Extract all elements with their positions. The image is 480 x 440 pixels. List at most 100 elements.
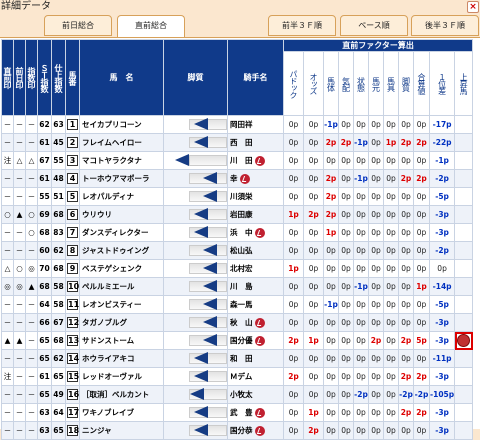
horse-name[interactable]: タガノブルグ	[79, 313, 164, 332]
rising-horse-cell[interactable]	[454, 331, 474, 350]
factor-value: 2p	[413, 133, 430, 152]
horse-name[interactable]: ダンスディレクター	[79, 223, 164, 242]
table-row[interactable]: －－－ 65 62 14 ホウライアキコ和 田 0p 0p 0p 0p 0p 0p 0p 0p 0p -11…	[1, 349, 474, 368]
tab-pace[interactable]: ペース順	[340, 15, 408, 36]
table-row[interactable]: －－－ 65 49 16 ［取消］ベルカント 小牧太 0p 0p 0p 0p -2p 0p 0p -2p -…	[1, 385, 474, 404]
factor-value: 0p	[398, 151, 414, 170]
table-row[interactable]: －－－ 63 64 17 ワキノブレイブ武 豊 0p 1p 0p 0p 0p 0p 0p 2p 2p -3p	[1, 403, 474, 422]
factor-value: 0p	[283, 241, 304, 260]
shisu-mark: ○	[25, 205, 38, 224]
jockey-name: 川須栄	[230, 192, 253, 201]
table-row[interactable]: －－－ 60 62 8 ジャストドゥイング 松山弘 0p 0p 0p 0p 0p 0p 0p 0p 0p -2…	[1, 241, 474, 260]
st-index: 55	[37, 187, 52, 206]
horse-name[interactable]: セイカプリコーン	[79, 115, 164, 134]
jockey-cell: 川須栄	[227, 187, 284, 206]
horse-name[interactable]: レオパルディナ	[79, 187, 164, 206]
horse-name[interactable]: サドンストーム	[79, 331, 164, 350]
jockey-name: 幸	[230, 174, 238, 183]
st-index: 61	[37, 169, 52, 188]
zenjitsu-mark: －	[13, 313, 26, 332]
shisu-mark: －	[25, 403, 38, 422]
table-row[interactable]: －－－ 64 58 11 レオンビスティー 森一馬 0p 0p -1p 0p 0p 0p 0p 0p 0p -…	[1, 295, 474, 314]
factor-value: 0p	[283, 349, 304, 368]
factor-value: 2p	[283, 367, 304, 386]
jockey-name: 岩田康	[230, 210, 253, 219]
factor-value: 0p	[303, 241, 324, 260]
horse-name[interactable]: ［取消］ベルカント	[79, 385, 164, 404]
rising-horse-cell	[454, 403, 474, 422]
running-style-cell	[163, 151, 228, 170]
zenjitsu-mark: －	[13, 169, 26, 188]
table-row[interactable]: －－－ 55 51 5 レオパルディナ 川須栄 0p 0p 2p 0p 0p 0p 0p 0p 0p -5p	[1, 187, 474, 206]
chokuzen-mark: －	[1, 349, 14, 368]
factor-value: 0p	[368, 403, 384, 422]
horse-name[interactable]: ジャストドゥイング	[79, 241, 164, 260]
st-index: 68	[37, 223, 52, 242]
horse-name[interactable]: ワキノブレイブ	[79, 403, 164, 422]
jockey-badge-icon	[254, 156, 265, 166]
factor-value: -1p	[353, 169, 369, 188]
rising-horse-icon[interactable]	[457, 334, 471, 347]
horse-name[interactable]: フレイムヘイロー	[79, 133, 164, 152]
umaban-box: 11	[67, 299, 80, 310]
shisu-mark: －	[25, 385, 38, 404]
tab-zenhan-3f[interactable]: 前半３Ｆ順	[268, 15, 336, 36]
table-row[interactable]: －－－ 61 45 2 フレイムヘイロー西 田 0p 0p 2p 2p -1p 0p 1p 2p 2p -2…	[1, 133, 474, 152]
shisu-mark: －	[25, 169, 38, 188]
chokuzen-mark: 注	[1, 151, 14, 170]
factor-value: 2p	[283, 331, 304, 350]
horse-name[interactable]: ホウライアキコ	[79, 349, 164, 368]
factor-value: 0p	[353, 331, 369, 350]
factor-value: 2p	[398, 133, 414, 152]
factor-value: 2p	[323, 169, 339, 188]
factor-value: 2p	[323, 133, 339, 152]
table-row[interactable]: △ ○ ◎ 70 68 9 ベステゲシェンク 北村宏 1p 0p 0p 0p 0p 0p 0p 0p 0p 0p	[1, 259, 474, 278]
tab-zenjitsu-sogo[interactable]: 前日総合	[44, 15, 112, 36]
running-style-bar	[165, 387, 227, 403]
close-button[interactable]: ×	[467, 1, 479, 13]
jockey-name: 川 島	[230, 282, 253, 291]
factor-value: 0p	[383, 259, 399, 278]
jockey-cell: 幸	[227, 169, 284, 188]
factor-value: 2p	[323, 187, 339, 206]
factor-value: 0p	[383, 313, 399, 332]
horse-name[interactable]: ベステゲシェンク	[79, 259, 164, 278]
jockey-badge-icon	[254, 318, 265, 328]
horse-name[interactable]: ペルルミエール	[79, 277, 164, 296]
table-row[interactable]: 注－－ 61 65 15 レッドオーヴァル Ｍデム 2p 0p 0p 0p 0p 0p 0p 2p 2p -3…	[1, 367, 474, 386]
st-index: 60	[37, 241, 52, 260]
table-row[interactable]: ○ ▲ ○ 69 68 6 ウリウリ 岩田康 1p 2p 2p 0p 0p 0p 0p 0p 0p -3p	[1, 205, 474, 224]
umaban-box: 9	[67, 263, 78, 274]
factor-value: 0p	[303, 223, 324, 242]
factor-value: 0p	[413, 259, 430, 278]
table-row[interactable]: －－－ 66 67 12 タガノブルグ秋 山 0p 0p 0p 0p 0p 0p 0p 0p 0p -3p	[1, 313, 474, 332]
table-row[interactable]: －－－ 62 63 1 セイカプリコーン 岡田祥 0p 0p -1p 0p 0p 0p 0p 0p 0p -1…	[1, 115, 474, 134]
horse-name[interactable]: トーホウアマポーラ	[79, 169, 164, 188]
col-jockey: 騎手名	[227, 39, 284, 116]
horse-name[interactable]: ニンジャ	[79, 421, 164, 440]
factor-value: 0p	[338, 349, 354, 368]
table-row[interactable]: ▲ ▲ － 65 68 13 サドンストーム 国分優 2p 1p 0p 0p 0p 2p 0p 2p 5p -3p	[1, 331, 474, 350]
running-style-marker-icon	[193, 424, 208, 436]
table-row[interactable]: ◎ ◎ ▲ 68 58 10 ペルルミエール川 島 0p 0p 0p 0p -1p 0p 0p 0p 1p -1…	[1, 277, 474, 296]
horse-name[interactable]: レオンビスティー	[79, 295, 164, 314]
factor-value: 1p	[283, 205, 304, 224]
factor-value: 0p	[413, 187, 430, 206]
chokuzen-mark: －	[1, 403, 14, 422]
horse-name[interactable]: マコトヤラクタナ	[79, 151, 164, 170]
running-style-cell	[163, 223, 228, 242]
table-row[interactable]: －－－ 63 65 18 ニンジャ 国分恭 0p 2p 0p 0p 0p 0p 0p 0p 0p -3p	[1, 421, 474, 440]
jockey-name: 松山弘	[230, 246, 253, 255]
tab-kohan-3f[interactable]: 後半３Ｆ順	[411, 15, 479, 36]
running-style-cell	[163, 313, 228, 332]
table-row[interactable]: －－ ○ 68 83 7 ダンスディレクター浜 中 0p 0p 1p 0p 0p 0p 0p 0p 0p -3…	[1, 223, 474, 242]
horse-data-table: 直前印 前日印 指数印 ＳＴ指数 仕上指数 馬番 馬 名 脚質 騎手名 直前ファ…	[1, 39, 474, 440]
shisu-mark: －	[25, 295, 38, 314]
table-row[interactable]: 注 △ △ 67 55 3 マコトヤラクタナ川 田 0p 0p 0p 0p 0p 0p 0p 0p 0p -1p	[1, 151, 474, 170]
horse-name[interactable]: ウリウリ	[79, 205, 164, 224]
table-row[interactable]: －－－ 61 48 4 トーホウアマポーラ幸 0p 0p 2p 0p -1p 0p 0p 2p 2p -2p	[1, 169, 474, 188]
chokuzen-mark: －	[1, 313, 14, 332]
horse-name[interactable]: レッドオーヴァル	[79, 367, 164, 386]
tab-chokuzen-sogo[interactable]: 直前総合	[117, 15, 185, 38]
umaban-box: 4	[67, 173, 78, 184]
